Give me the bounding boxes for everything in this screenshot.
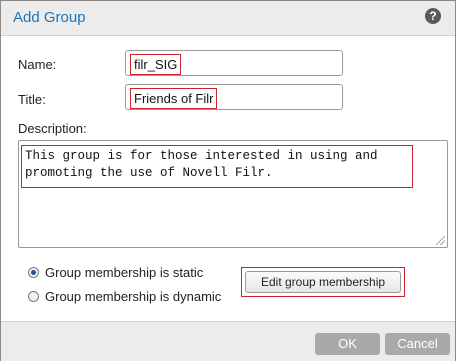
help-icon[interactable]: ? xyxy=(425,8,441,24)
radio-dynamic[interactable] xyxy=(28,291,39,302)
dialog-footer: OK Cancel xyxy=(1,321,455,361)
add-group-dialog: Add Group ? Name: filr_SIG Title: Friend… xyxy=(0,0,456,361)
edit-group-membership-button[interactable]: Edit group membership xyxy=(245,271,401,293)
resize-grip-icon[interactable] xyxy=(436,236,445,245)
title-input[interactable]: Friends of Filr xyxy=(125,84,343,110)
radio-static[interactable] xyxy=(28,267,39,278)
cancel-button[interactable]: Cancel xyxy=(385,333,450,355)
dialog-title: Add Group xyxy=(13,9,86,26)
name-input[interactable]: filr_SIG xyxy=(125,50,343,76)
description-label: Description: xyxy=(18,121,87,136)
ok-button[interactable]: OK xyxy=(315,333,380,355)
title-label: Title: xyxy=(18,92,46,107)
title-value[interactable]: Friends of Filr xyxy=(130,88,218,109)
description-textarea[interactable]: This group is for those interested in us… xyxy=(18,140,448,248)
radio-static-label[interactable]: Group membership is static xyxy=(45,265,203,280)
edit-membership-highlight: Edit group membership xyxy=(241,267,405,297)
radio-static-row[interactable]: Group membership is static xyxy=(28,265,203,280)
radio-dynamic-label[interactable]: Group membership is dynamic xyxy=(45,289,221,304)
description-value[interactable]: This group is for those interested in us… xyxy=(21,145,413,188)
dialog-titlebar: Add Group ? xyxy=(1,1,455,36)
name-label: Name: xyxy=(18,57,57,72)
name-value[interactable]: filr_SIG xyxy=(130,54,182,75)
radio-dynamic-row[interactable]: Group membership is dynamic xyxy=(28,289,221,304)
